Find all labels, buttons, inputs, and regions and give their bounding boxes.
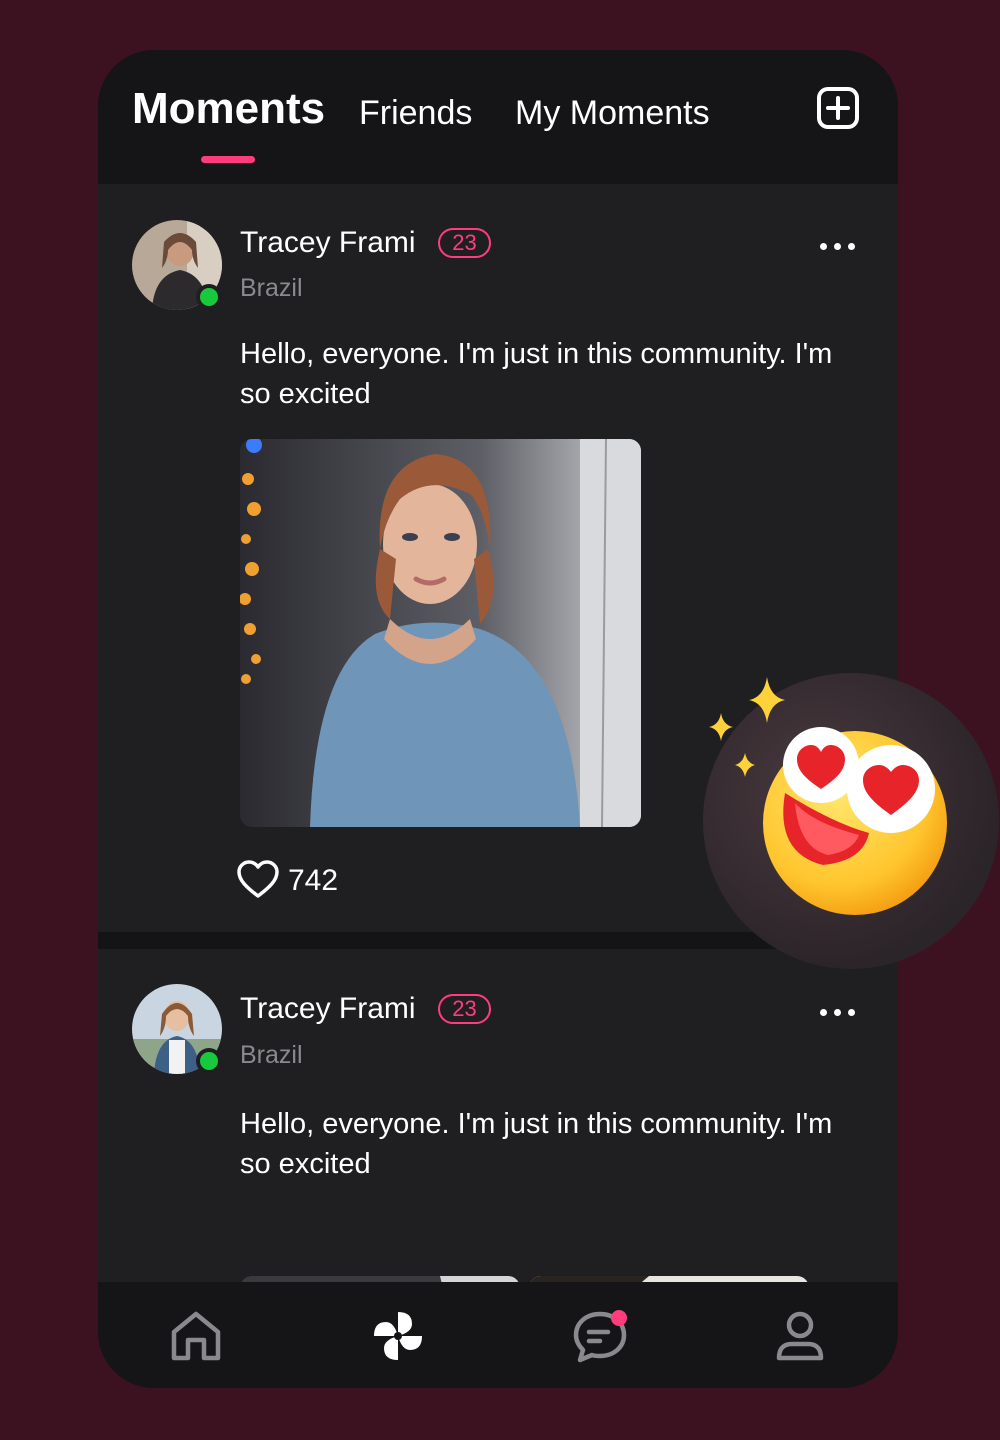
age-badge: 23: [438, 228, 491, 258]
moments-pinwheel-icon: [374, 1312, 422, 1360]
emoji-sticker: [703, 673, 999, 969]
avatar[interactable]: [132, 220, 222, 310]
online-status-dot: [196, 284, 222, 310]
nav-moments[interactable]: [368, 1306, 428, 1366]
post-text: Hello, everyone. I'm just in this commun…: [240, 1108, 833, 1180]
nav-home[interactable]: [166, 1306, 226, 1366]
nav-chat[interactable]: [570, 1306, 630, 1366]
user-name[interactable]: Tracey Frami: [240, 226, 416, 260]
more-options-button[interactable]: [810, 1000, 858, 1024]
heart-eyes-emoji-icon: [709, 677, 947, 915]
user-country: Brazil: [240, 1041, 303, 1069]
portrait-image: [240, 439, 641, 827]
bottom-navigation: [98, 1282, 898, 1388]
heart-icon: [237, 860, 279, 898]
plus-square-icon: [817, 87, 859, 129]
post-text: Hello, everyone. I'm just in this commun…: [240, 338, 833, 410]
avatar[interactable]: [132, 984, 222, 1074]
tab-friends[interactable]: Friends: [359, 94, 472, 133]
add-moment-button[interactable]: [816, 86, 860, 130]
like-count: 742: [288, 864, 339, 897]
tab-moments[interactable]: Moments: [132, 84, 325, 134]
age-badge: 23: [438, 994, 491, 1024]
top-tab-bar: Moments Friends My Moments: [98, 50, 898, 184]
active-tab-indicator: [201, 156, 255, 163]
tab-my-moments[interactable]: My Moments: [515, 94, 710, 133]
nav-profile[interactable]: [770, 1306, 830, 1366]
notification-dot: [611, 1310, 627, 1326]
online-status-dot: [196, 1048, 222, 1074]
home-icon: [171, 1311, 221, 1361]
user-country: Brazil: [240, 274, 303, 302]
post-photo[interactable]: [240, 439, 641, 827]
like-button[interactable]: [236, 860, 280, 900]
user-name[interactable]: Tracey Frami: [240, 992, 416, 1026]
profile-icon: [776, 1311, 824, 1361]
more-options-button[interactable]: [810, 234, 858, 258]
moment-post: Tracey Frami 23 Brazil Hello, everyone. …: [98, 949, 898, 1282]
